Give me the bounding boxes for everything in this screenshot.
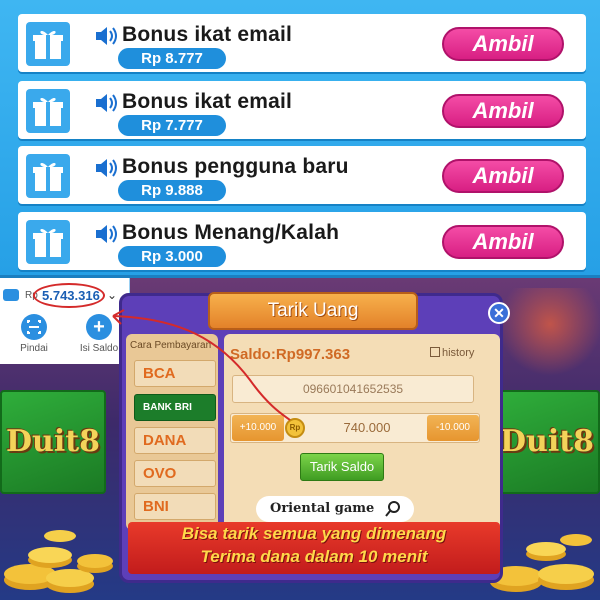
game-card-left[interactable]: Duit8	[0, 390, 106, 494]
bonus-row: Bonus ikat email Rp 8.777 Ambil	[18, 14, 586, 72]
promo-line: Terima dana dalam 10 menit	[200, 547, 428, 566]
gift-icon	[26, 220, 70, 264]
game-logo: Duit8	[6, 424, 100, 459]
bonus-row: Bonus pengguna baru Rp 9.888 Ambil	[18, 146, 586, 204]
history-link[interactable]: history	[430, 347, 474, 359]
speaker-icon	[96, 94, 117, 112]
game-card-right[interactable]: Duit8	[494, 390, 600, 494]
method-bni[interactable]: BNI	[134, 493, 216, 520]
bonus-amount: Rp 8.777	[118, 48, 226, 69]
decrease-amount-button[interactable]: -10.000	[427, 415, 479, 441]
payment-method-panel: Cara Pembayaran BCA BANK BRI DANA OVO BN…	[126, 334, 218, 530]
claim-button[interactable]: Ambil	[442, 159, 564, 193]
method-bri[interactable]: BANK BRI	[134, 394, 216, 421]
bonus-panel: Bonus ikat email Rp 8.777 Ambil Bonus ik…	[0, 0, 600, 278]
close-icon[interactable]: ✕	[488, 302, 510, 324]
balance-highlight-circle	[33, 283, 105, 308]
topup-label: Isi Saldo	[79, 343, 119, 354]
coin-pile-left	[4, 530, 113, 593]
promo-line: Bisa tarik semua yang dimenang	[181, 524, 447, 543]
bonus-amount: Rp 9.888	[118, 180, 226, 201]
bonus-title: Bonus ikat email	[122, 23, 293, 46]
method-header: Cara Pembayaran	[130, 340, 212, 351]
chevron-down-icon[interactable]: ⌄	[107, 288, 117, 302]
scan-button[interactable]: Pindai	[12, 314, 56, 354]
wallet-icon	[3, 289, 19, 301]
amount-stepper: +10.000 Rp 740.000 -10.000	[230, 413, 480, 443]
game-logo: Duit8	[500, 424, 594, 459]
account-number-field[interactable]: 096601041652535	[232, 375, 474, 403]
claim-button[interactable]: Ambil	[442, 225, 564, 259]
claim-button[interactable]: Ambil	[442, 27, 564, 61]
scan-icon	[21, 314, 47, 340]
topup-button[interactable]: + Isi Saldo	[72, 314, 126, 354]
promo-banner: Bisa tarik semua yang dimenang Terima da…	[128, 522, 500, 574]
bonus-title: Bonus Menang/Kalah	[122, 221, 340, 244]
brand-pill: Oriental game	[256, 496, 414, 522]
dialog-title: Tarik Uang	[208, 292, 418, 330]
gift-icon	[26, 89, 70, 133]
history-icon	[430, 347, 440, 357]
coin-pile-right	[490, 534, 594, 592]
city-backdrop	[500, 288, 600, 378]
withdraw-dialog: Tarik Uang ✕ Cara Pembayaran BCA BANK BR…	[119, 292, 510, 583]
withdraw-submit-button[interactable]: Tarik Saldo	[300, 453, 384, 481]
claim-button[interactable]: Ambil	[442, 94, 564, 128]
brand-name: Oriental game	[270, 501, 375, 516]
saldo-text: Saldo:Rp997.363	[230, 346, 351, 363]
increase-amount-button[interactable]: +10.000	[232, 415, 284, 441]
search-icon	[385, 501, 400, 517]
method-bca[interactable]: BCA	[134, 360, 216, 387]
gift-icon	[26, 22, 70, 66]
speaker-icon	[96, 159, 117, 177]
bonus-title: Bonus pengguna baru	[122, 155, 349, 178]
wallet-bar: Rp 5.743.316 ⌄ Pindai + Isi Saldo	[0, 278, 130, 364]
gift-icon	[26, 154, 70, 198]
scan-label: Pindai	[20, 343, 48, 354]
bonus-amount: Rp 7.777	[118, 115, 226, 136]
speaker-icon	[96, 225, 117, 243]
amount-input[interactable]: 740.000	[309, 414, 425, 442]
history-label: history	[442, 347, 475, 359]
bonus-row: Bonus Menang/Kalah Rp 3.000 Ambil	[18, 212, 586, 270]
plus-icon: +	[86, 314, 112, 340]
method-dana[interactable]: DANA	[134, 427, 216, 454]
speaker-icon	[96, 27, 117, 45]
bonus-title: Bonus ikat email	[122, 90, 293, 113]
bonus-amount: Rp 3.000	[118, 246, 226, 267]
method-ovo[interactable]: OVO	[134, 460, 216, 487]
coin-icon: Rp	[285, 418, 305, 438]
bonus-row: Bonus ikat email Rp 7.777 Ambil	[18, 81, 586, 139]
